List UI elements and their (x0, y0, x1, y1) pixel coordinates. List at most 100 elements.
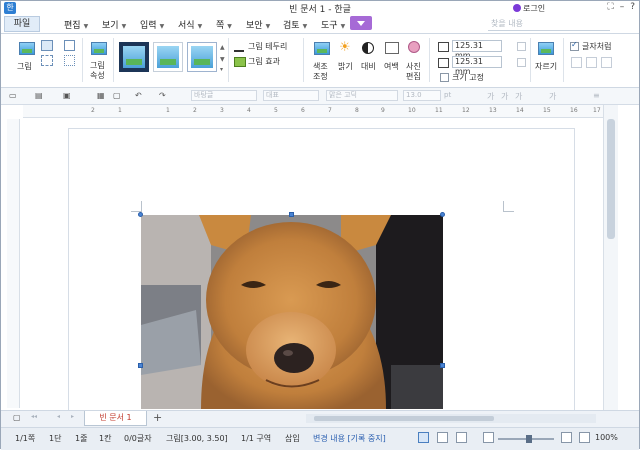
view-normal-icon[interactable] (418, 432, 429, 443)
as-char-checkbox[interactable] (570, 40, 579, 51)
crop-label[interactable]: 자르기 (535, 61, 557, 72)
lock-ratio-icon[interactable] (517, 42, 526, 51)
menu-format[interactable]: 서식 ▼ (178, 18, 202, 31)
menu-view[interactable]: 보기 ▼ (102, 18, 126, 31)
tab-first-icon[interactable]: ◂◂ (31, 413, 37, 420)
style-scroll-down-icon[interactable]: ▼ (220, 56, 225, 63)
picture-effect-label[interactable]: 그림 효과 (248, 56, 280, 67)
view-web-icon[interactable] (437, 432, 448, 443)
status-insert-mode[interactable]: 삽입 (285, 433, 300, 444)
menu-security[interactable]: 보안 ▼ (246, 18, 270, 31)
picture-style-1[interactable] (119, 42, 149, 72)
crop-icon[interactable] (538, 42, 554, 55)
redo-icon[interactable]: ↷ (159, 91, 166, 100)
menu-file[interactable]: 파일 (4, 16, 40, 32)
status-page[interactable]: 1/1쪽 (15, 433, 35, 444)
transparent-icon[interactable] (64, 55, 75, 66)
brightness-label[interactable]: 밝기 (338, 61, 353, 72)
help-icon[interactable]: ? (630, 2, 635, 12)
view-outline-icon[interactable] (456, 432, 467, 443)
vertical-scrollbar[interactable] (603, 105, 618, 410)
font-color-icon[interactable]: 가 (549, 91, 556, 102)
minimize-icon[interactable]: – (620, 2, 625, 12)
add-tab-button[interactable]: + (153, 411, 162, 424)
photo-edit-icon[interactable] (408, 41, 420, 53)
photo-edit-label-2[interactable]: 편집 (406, 71, 421, 82)
status-track-changes[interactable]: 변경 내용 [기록 중지] (313, 433, 386, 444)
style-select[interactable]: 바탕글 (191, 90, 257, 101)
zoom-slider-knob[interactable] (526, 435, 532, 443)
scrollbar-thumb[interactable] (314, 416, 494, 421)
menu-tools[interactable]: 도구 ▼ (321, 18, 345, 31)
brightness-icon[interactable]: ☀ (339, 40, 351, 55)
zoom-dialog-icon[interactable] (579, 432, 590, 443)
document-tab[interactable]: 빈 문서 1 (84, 411, 147, 426)
resize-handle-right[interactable] (440, 363, 445, 368)
margin-icon[interactable] (385, 42, 399, 54)
tab-next-icon[interactable]: ▸ (71, 413, 74, 420)
color-adjust-icon[interactable] (314, 42, 330, 55)
font-size-input[interactable]: 13.0 (403, 90, 441, 101)
save-icon[interactable]: ▣ (63, 91, 71, 100)
zoom-level[interactable]: 100% (595, 433, 618, 442)
italic-icon[interactable]: 가 (501, 91, 508, 102)
zoom-in-icon[interactable] (561, 432, 572, 443)
inserted-picture[interactable] (141, 215, 443, 409)
effect-icon[interactable] (234, 57, 246, 67)
resize-handle-top-left[interactable] (138, 212, 143, 217)
picture-props-label-2[interactable]: 속성 (90, 70, 105, 81)
select-icon[interactable] (41, 55, 53, 66)
margin-label[interactable]: 여백 (384, 61, 399, 72)
picture-style-3[interactable] (187, 42, 217, 72)
wrap-square-icon[interactable] (571, 57, 582, 68)
picture-insert-icon[interactable] (41, 40, 53, 51)
width-input[interactable]: 125.31 mm (452, 40, 502, 60)
picture-icon[interactable] (19, 42, 35, 55)
horizontal-scrollbar[interactable] (306, 414, 596, 423)
scrollbar-thumb[interactable] (607, 119, 615, 239)
resize-handle-left[interactable] (138, 363, 143, 368)
zoom-slider[interactable] (498, 435, 554, 443)
height-input[interactable]: 125.31 mm (452, 56, 502, 76)
new-document-icon[interactable]: ▭ (9, 91, 17, 100)
undo-icon[interactable]: ↶ (135, 91, 142, 100)
fix-size-checkbox[interactable] (440, 73, 449, 82)
wrap-behind-icon[interactable] (601, 57, 612, 68)
print-icon[interactable]: ▦ (97, 91, 105, 100)
zoom-out-icon[interactable] (483, 432, 494, 443)
menu-page[interactable]: 쪽 ▼ (216, 18, 232, 31)
contrast-icon[interactable] (362, 42, 374, 54)
picture-context-tab[interactable] (350, 16, 372, 30)
picture-props-icon[interactable] (91, 42, 107, 55)
contrast-label[interactable]: 대비 (361, 61, 376, 72)
outline-select[interactable]: 대표 (263, 90, 319, 101)
horizontal-ruler[interactable]: 2 1 1 2 3 4 5 6 7 8 9 10 11 12 13 14 15 … (23, 105, 603, 118)
picture-border-label[interactable]: 그림 테두리 (248, 41, 287, 52)
tab-menu-icon[interactable]: ▢ (13, 413, 21, 422)
style-scroll-up-icon[interactable]: ▲ (220, 44, 225, 51)
align-icon[interactable]: ≡ (593, 91, 600, 100)
vertical-ruler[interactable] (7, 119, 20, 408)
change-picture-icon[interactable] (64, 40, 75, 51)
fullscreen-icon[interactable]: ⛶ (607, 2, 613, 12)
menu-insert[interactable]: 입력 ▼ (140, 18, 164, 31)
picture-label[interactable]: 그림 (17, 61, 32, 72)
font-select[interactable]: 맑은 고딕 (326, 90, 398, 101)
preview-icon[interactable]: ▢ (113, 91, 121, 100)
menu-edit[interactable]: 편집 ▼ (64, 18, 88, 31)
original-size-icon[interactable] (517, 58, 526, 67)
color-adjust-label-2[interactable]: 조정 (313, 71, 328, 82)
bold-icon[interactable]: 가 (487, 91, 494, 102)
open-folder-icon[interactable]: ▤ (35, 91, 43, 100)
resize-handle-top-right[interactable] (440, 212, 445, 217)
menu-review[interactable]: 검토 ▼ (283, 18, 307, 31)
search-input[interactable]: 찾을 내용 (488, 17, 610, 31)
underline-icon[interactable]: 가 (515, 91, 522, 102)
picture-style-2[interactable] (153, 42, 183, 72)
resize-handle-top[interactable] (289, 212, 294, 217)
tab-prev-icon[interactable]: ◂ (57, 413, 60, 420)
style-more-icon[interactable]: ▾ (220, 66, 223, 73)
border-pen-icon[interactable] (234, 42, 244, 52)
wrap-top-bottom-icon[interactable] (586, 57, 597, 68)
login-button[interactable]: 로그인 (513, 3, 545, 14)
